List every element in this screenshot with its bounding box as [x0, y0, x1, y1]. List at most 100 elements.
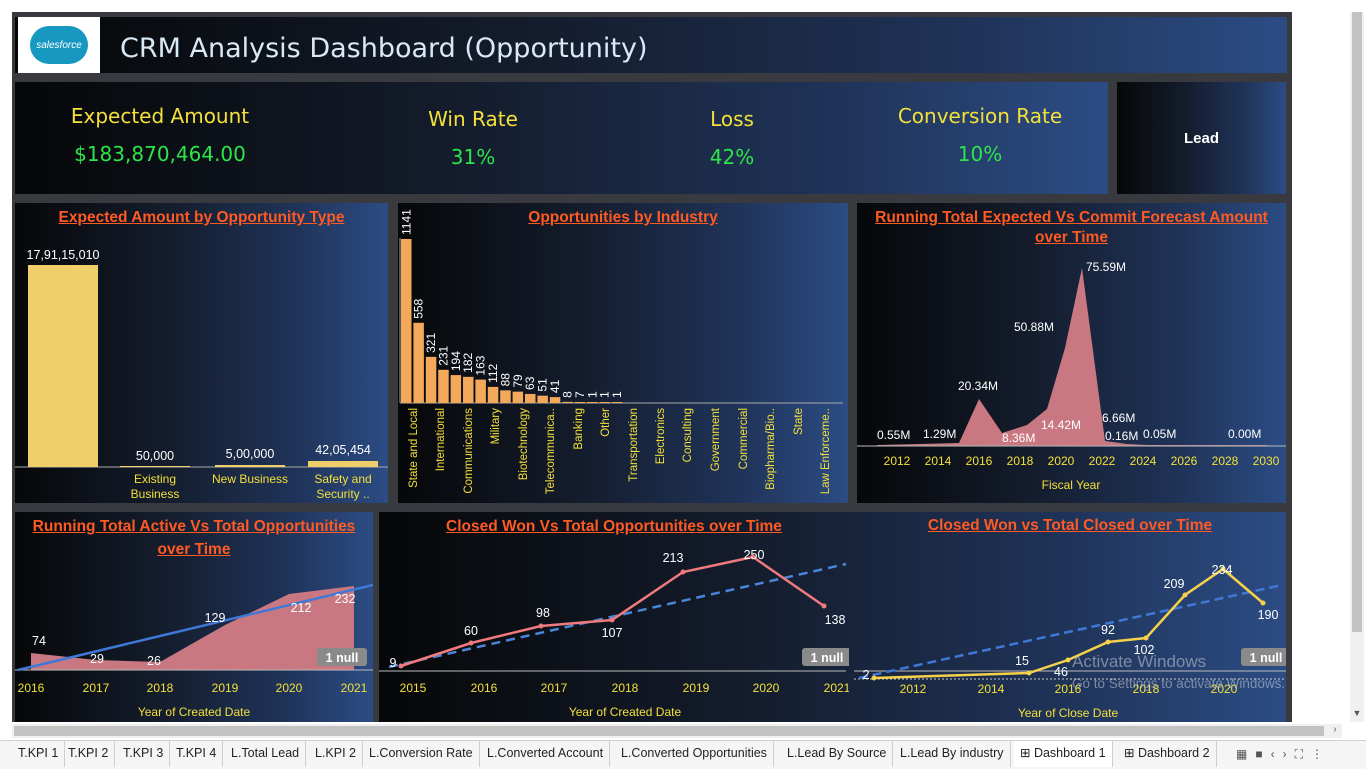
tab-tkpi4[interactable]: T.KPI 4 [170, 741, 224, 767]
x-tick-2030: 2030 [1253, 454, 1280, 468]
activate-windows-subtitle: Go to Settings to activate Windows. [1072, 676, 1286, 691]
pt-2017 [538, 623, 544, 629]
tab-lead-by-industry[interactable]: L.Lead By industry [894, 741, 1011, 767]
active-chart-panel: Running Total Active Vs Total Opportunit… [15, 512, 373, 722]
vertical-scrollbar[interactable]: ▼ [1350, 12, 1364, 722]
kpi-label-loss: Loss [710, 107, 754, 131]
industry-bar-16 [599, 402, 610, 403]
industry-bar-2 [425, 356, 437, 403]
industry-cat-2: Communications [463, 408, 475, 494]
horizontal-scroll-thumb[interactable] [14, 726, 1324, 736]
kpi-panel: Expected Amount $183,870,464.00 Win Rate… [15, 82, 1108, 194]
tab-lead-by-source[interactable]: L.Lead By Source [781, 741, 894, 767]
tab-dashboard-2[interactable]: ⊞ Dashboard 2 [1118, 741, 1217, 767]
vertical-scroll-thumb[interactable] [1352, 12, 1362, 632]
forecast-xlabel: Fiscal Year [1042, 478, 1101, 492]
tab-tkpi2[interactable]: T.KPI 2 [62, 741, 116, 767]
industry-bar-12 [549, 397, 561, 403]
x-tick-2021: 2021 [824, 681, 849, 695]
x-tick-2018: 2018 [612, 681, 639, 695]
pt-1 [1026, 670, 1032, 676]
tab-tkpi3[interactable]: T.KPI 3 [117, 741, 171, 767]
val-2016: 74 [32, 634, 46, 648]
val-0: 2 [863, 668, 870, 682]
tab-conversion-rate[interactable]: L.Conversion Rate [363, 741, 480, 767]
tab-dashboard-1-label: Dashboard 1 [1033, 746, 1106, 760]
scroll-right-icon[interactable]: › [1328, 724, 1342, 738]
industry-bar-11 [537, 395, 548, 403]
x-tick-2019: 2019 [212, 681, 239, 695]
val-2021: 232 [335, 592, 356, 606]
pt-2018 [609, 617, 615, 623]
sheet-nav-controls[interactable]: ▦■‹›⛶⋮ [1236, 747, 1331, 762]
null-badge-text: 1 null [1250, 651, 1283, 665]
val-5: 209 [1164, 577, 1185, 591]
pt-label-3: 8.36M [1002, 431, 1035, 445]
forecast-chart-panel: Running Total Expected Vs Commit Forecas… [857, 203, 1286, 503]
lead-button[interactable]: Lead [1117, 82, 1286, 194]
industry-cat-11: Government [710, 407, 722, 471]
industry-cat-10: Consulting [682, 408, 694, 462]
pt-label-9: 0.05M [1143, 427, 1176, 441]
x-tick-2016: 2016 [18, 681, 45, 695]
val-2018: 26 [147, 654, 161, 668]
pt-2015 [398, 663, 404, 669]
industry-cat-3: Military [490, 408, 502, 445]
val-2018: 107 [602, 626, 623, 640]
tab-tkpi1[interactable]: T.KPI 1 [12, 741, 66, 767]
bar-safety-security [308, 461, 378, 467]
bar-blank [28, 265, 98, 467]
null-badge-text: 1 null [326, 651, 359, 665]
x-tick-2024: 2024 [1130, 454, 1157, 468]
x-tick-2017: 2017 [541, 681, 568, 695]
pt-label-4: 50.88M [1014, 320, 1054, 334]
x-tick-2015: 2015 [400, 681, 427, 695]
pt-label-1: 1.29M [923, 427, 956, 441]
val-2020: 212 [291, 601, 312, 615]
pt-label-0: 0.55M [877, 428, 910, 442]
industry-cat-15: Law Enforceme.. [820, 408, 832, 494]
industry-cat-12: Commercial [738, 408, 750, 469]
logo-text: salesforce [36, 39, 82, 51]
page-title: CRM Analysis Dashboard (Opportunity) [120, 33, 648, 64]
x-tick-2021: 2021 [341, 681, 368, 695]
val-2020: 250 [744, 548, 765, 562]
kpi-label-expected: Expected Amount [70, 104, 250, 128]
industry-bar-0 [401, 239, 412, 403]
scroll-down-icon[interactable]: ▼ [1350, 708, 1364, 722]
cat-existing-2: Business [131, 487, 180, 501]
tab-converted-opportunities[interactable]: L.Converted Opportunities [615, 741, 774, 767]
x-tick-2022: 2022 [1089, 454, 1116, 468]
x-tick-2016: 2016 [966, 454, 993, 468]
x-tick-2026: 2026 [1171, 454, 1198, 468]
x-tick-2012: 2012 [884, 454, 911, 468]
kpi-value-conversion: 10% [957, 142, 1003, 166]
pt-3 [1105, 639, 1111, 645]
closedwon-chart: 9 60 98 107 213 250 138 1 null 2015 2016… [379, 548, 849, 719]
x-tick-2014: 2014 [978, 682, 1005, 696]
tab-total-lead[interactable]: L.Total Lead [225, 741, 307, 767]
sheet-tab-bar: T.KPI 1 T.KPI 2 T.KPI 3 T.KPI 4 L.Total … [0, 740, 1366, 769]
trend-line [858, 583, 1283, 680]
val-2019: 129 [205, 611, 226, 625]
industry-cat-5: Telecommunica.. [545, 408, 557, 494]
tab-converted-account[interactable]: L.Converted Account [481, 741, 611, 767]
pt-2016 [468, 640, 474, 646]
tab-dashboard-1[interactable]: ⊞ Dashboard 1 [1014, 741, 1113, 767]
pt-5 [1182, 592, 1188, 598]
val-3: 92 [1101, 623, 1115, 637]
industry-bar-3 [438, 369, 449, 403]
tab-lkpi2[interactable]: L.KPI 2 [309, 741, 363, 767]
kpi-value-loss: 42% [709, 145, 755, 169]
industry-bar-8 [500, 390, 511, 403]
industry-value-17: 1 [610, 391, 624, 398]
pt-label-8: 0.16M [1105, 429, 1138, 443]
industry-value-12: 41 [548, 379, 562, 393]
industry-value-1: 558 [412, 298, 426, 318]
horizontal-scrollbar[interactable]: › [12, 724, 1342, 738]
pt-label-10: 0.00M [1228, 427, 1261, 441]
lead-panel: Lead [1117, 82, 1286, 194]
pt-2 [1065, 657, 1071, 663]
x-tick-2020: 2020 [1048, 454, 1075, 468]
industry-bar-4 [450, 375, 462, 403]
